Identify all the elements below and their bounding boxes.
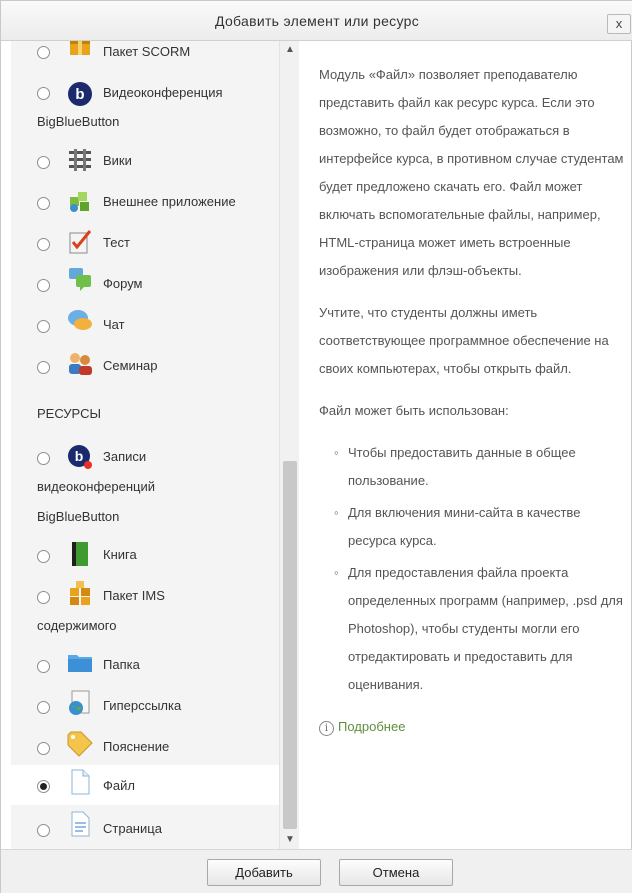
radio-button[interactable]: [37, 452, 50, 465]
option-label: Форум: [103, 276, 143, 291]
option-scorm[interactable]: Пакет SCORM: [11, 41, 279, 63]
radio-button[interactable]: [37, 320, 50, 333]
radio-button[interactable]: [37, 279, 50, 292]
quiz-icon: [69, 230, 92, 254]
dialog-titlebar: Добавить элемент или ресурс x: [1, 1, 632, 41]
module-chooser-list[interactable]: Пакет SCORM b Видеоконференция BigBlueBu…: [11, 41, 299, 849]
radio-button[interactable]: [37, 742, 50, 755]
option-ims-package[interactable]: Пакет IMS содержимого: [11, 581, 279, 640]
option-folder[interactable]: Папка: [11, 653, 279, 679]
scroll-up-arrow-icon[interactable]: ▲: [280, 41, 299, 59]
more-help-label[interactable]: Подробнее: [338, 719, 405, 734]
radio-button[interactable]: [37, 660, 50, 673]
option-label: Пакет IMS: [103, 588, 165, 603]
option-forum[interactable]: Форум: [11, 268, 279, 298]
option-label: Папка: [103, 657, 140, 672]
url-icon: [69, 690, 90, 715]
recordings-icon: b: [68, 445, 92, 469]
option-page[interactable]: Страница: [11, 811, 279, 843]
wiki-icon: [69, 149, 91, 171]
option-label-line2: BigBlueButton: [37, 114, 120, 129]
option-label: Вики: [103, 153, 132, 168]
option-bigbluebutton[interactable]: b Видеоконференция BigBlueButton: [11, 77, 279, 133]
bigbluebutton-icon: b: [68, 82, 92, 106]
option-external-tool[interactable]: Внешнее приложение: [11, 190, 279, 216]
option-url[interactable]: Гиперссылка: [11, 690, 279, 720]
option-label-line2: содержимого: [37, 618, 117, 633]
option-wiki[interactable]: Вики: [11, 149, 279, 175]
option-label: Пояснение: [103, 739, 170, 754]
add-activity-dialog: Добавить элемент или ресурс x Пакет SCOR…: [0, 0, 632, 893]
option-label: Файл: [103, 778, 135, 793]
description-paragraph: Учтите, что студенты должны иметь соотве…: [319, 305, 609, 376]
option-label: Видеоконференция: [103, 85, 223, 100]
radio-button[interactable]: [37, 46, 50, 59]
close-button[interactable]: x: [607, 14, 631, 34]
option-label: Тест: [103, 235, 130, 250]
option-file[interactable]: Файл: [11, 765, 279, 805]
scorm-package-icon: [70, 41, 90, 55]
option-book[interactable]: Книга: [11, 542, 279, 569]
list-item: Для включения мини-сайта в качестве ресу…: [334, 499, 624, 555]
option-label: Чат: [103, 317, 125, 332]
description-paragraph: Файл может быть использован:: [319, 403, 509, 418]
radio-button-checked[interactable]: [37, 780, 50, 793]
option-quiz[interactable]: Тест: [11, 230, 279, 257]
list-item: Для предоставления файла проекта определ…: [334, 559, 624, 699]
ims-package-icon: [70, 581, 90, 605]
description-paragraph: Модуль «Файл» позволяет преподавателю пр…: [319, 67, 624, 278]
book-icon: [72, 542, 88, 566]
radio-button[interactable]: [37, 238, 50, 251]
option-chat[interactable]: Чат: [11, 310, 279, 339]
option-label: Гиперссылка: [103, 698, 182, 713]
radio-button[interactable]: [37, 87, 50, 100]
svg-text:b: b: [75, 86, 84, 103]
option-label-line2: видеоконференций: [37, 479, 155, 494]
option-label: Книга: [103, 547, 137, 562]
radio-button[interactable]: [37, 361, 50, 374]
label-icon: [67, 731, 93, 757]
option-bbb-recordings[interactable]: b Записи видеоконференций BigBlueButton: [11, 443, 279, 529]
option-label: Записи: [103, 449, 147, 464]
scroll-down-arrow-icon[interactable]: ▼: [280, 831, 299, 849]
option-label-resource[interactable]: Пояснение: [11, 731, 279, 761]
info-icon: i: [319, 721, 334, 736]
file-icon: [71, 769, 90, 795]
option-label-line3: BigBlueButton: [37, 509, 120, 524]
cancel-button[interactable]: Отмена: [339, 859, 453, 886]
folder-icon: [68, 655, 92, 672]
workshop-icon: [69, 353, 92, 375]
option-workshop[interactable]: Семинар: [11, 353, 279, 380]
list-item: Чтобы предоставить данные в общее пользо…: [334, 439, 624, 495]
option-label: Страница: [103, 821, 162, 836]
more-help-link[interactable]: i Подробнее: [319, 713, 624, 741]
resources-heading: РЕСУРСЫ: [37, 406, 101, 421]
radio-button[interactable]: [37, 156, 50, 169]
radio-button[interactable]: [37, 591, 50, 604]
add-button[interactable]: Добавить: [207, 859, 321, 886]
forum-icon: [69, 268, 91, 291]
page-icon: [71, 811, 90, 837]
chat-icon: [68, 310, 92, 330]
svg-text:b: b: [75, 448, 84, 464]
usage-list: Чтобы предоставить данные в общее пользо…: [334, 439, 624, 699]
dialog-footer: Добавить Отмена: [1, 849, 632, 893]
radio-button[interactable]: [37, 197, 50, 210]
option-label: Пакет SCORM: [103, 44, 191, 59]
external-tool-icon: [70, 192, 89, 212]
radio-button[interactable]: [37, 550, 50, 563]
option-label: Внешнее приложение: [103, 194, 236, 209]
scroll-thumb[interactable]: [283, 461, 297, 829]
radio-button[interactable]: [37, 824, 50, 837]
option-label: Семинар: [103, 358, 158, 373]
dialog-title: Добавить элемент или ресурс: [215, 13, 419, 29]
module-description: Модуль «Файл» позволяет преподавателю пр…: [306, 61, 624, 741]
radio-button[interactable]: [37, 701, 50, 714]
list-scrollbar[interactable]: ▲ ▼: [279, 41, 299, 849]
